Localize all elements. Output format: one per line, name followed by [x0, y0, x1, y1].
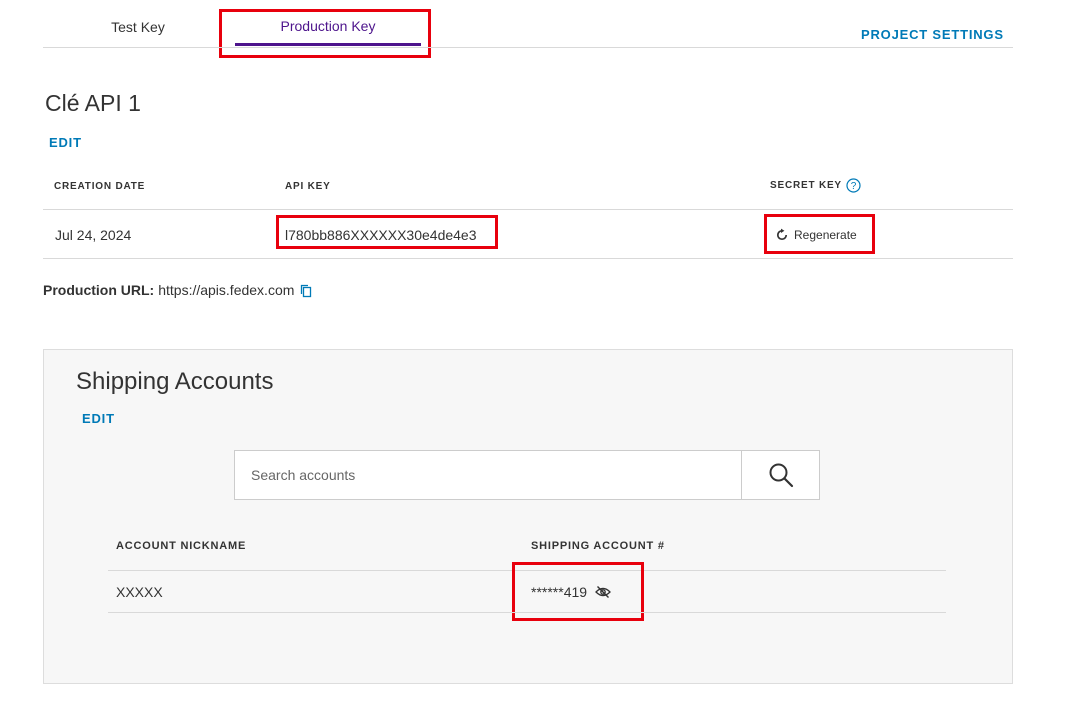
svg-text:?: ? [851, 181, 857, 192]
production-url-value: https://apis.fedex.com [158, 281, 295, 298]
copy-icon[interactable] [300, 284, 312, 298]
search-button[interactable] [741, 451, 819, 499]
tabs-divider [43, 47, 1013, 48]
highlight-box-regenerate [764, 214, 875, 254]
shipping-edit-link[interactable]: EDIT [82, 411, 115, 426]
creation-date-value: Jul 24, 2024 [55, 227, 132, 243]
account-nickname-value: XXXXX [116, 584, 163, 600]
secret-key-header: SECRET KEY [770, 180, 842, 191]
key-table-top-divider [43, 209, 1013, 210]
key-title: Clé API 1 [45, 90, 141, 116]
search-box [234, 450, 820, 500]
shipping-account-number-header: SHIPPING ACCOUNT # [531, 540, 665, 552]
help-circle-icon[interactable]: ? [846, 178, 861, 193]
key-table-bottom-divider [43, 258, 1013, 259]
shipping-accounts-title: Shipping Accounts [76, 368, 274, 395]
accounts-table-bottom-divider [108, 612, 946, 613]
shipping-accounts-panel [43, 349, 1013, 684]
search-input[interactable] [235, 451, 742, 499]
tab-test-key[interactable]: Test Key [88, 19, 188, 39]
tab-test-key-label: Test Key [111, 19, 165, 35]
creation-date-header: CREATION DATE [54, 181, 146, 192]
api-key-header: API KEY [285, 181, 331, 192]
highlight-box-api-key [276, 215, 498, 249]
production-url-row: Production URL: https://apis.fedex.com [43, 281, 312, 298]
production-url-label: Production URL: [43, 281, 155, 298]
search-icon [768, 462, 794, 488]
account-nickname-header: ACCOUNT NICKNAME [116, 540, 247, 552]
project-settings-link[interactable]: PROJECT SETTINGS [861, 27, 1004, 42]
highlight-box-production-tab [219, 9, 431, 58]
key-edit-link[interactable]: EDIT [49, 135, 82, 150]
